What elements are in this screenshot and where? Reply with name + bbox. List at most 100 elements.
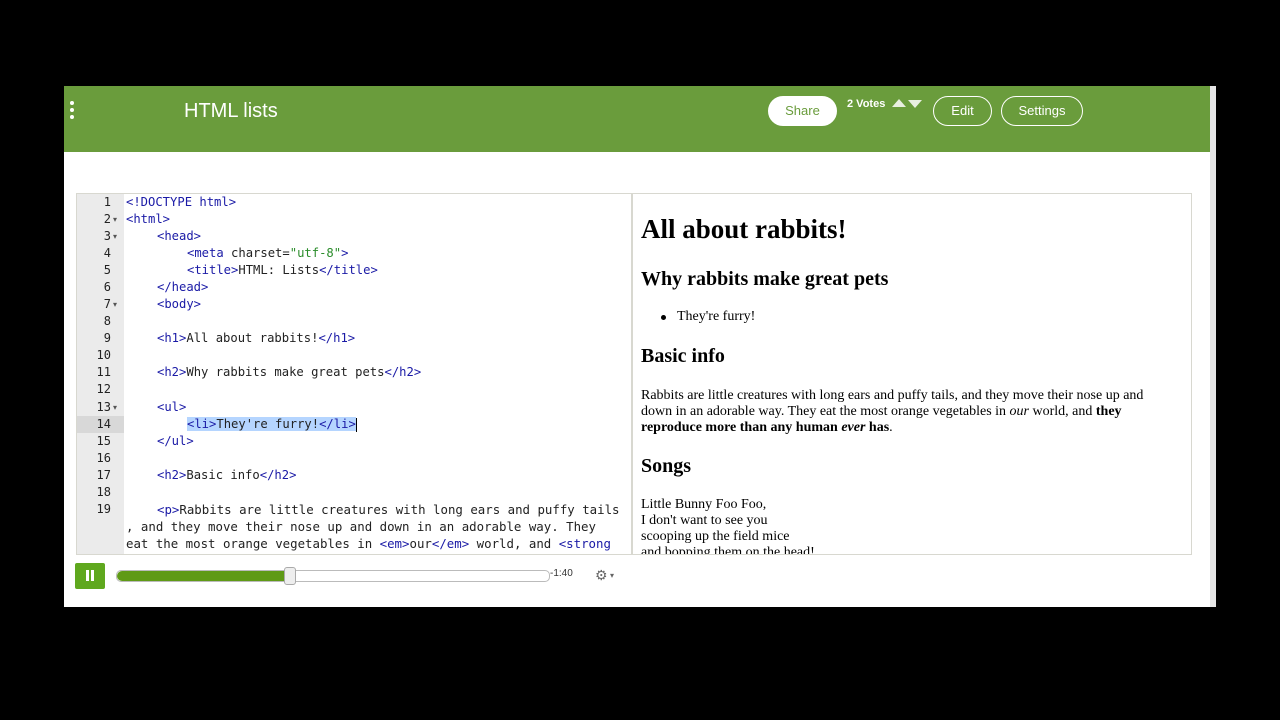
code-token: </ul>: [157, 434, 194, 448]
vote-down-icon[interactable]: [908, 100, 922, 108]
code-token: <strong: [558, 536, 611, 551]
line-number: 1: [103, 195, 111, 209]
code-line: <!DOCTYPE html>: [126, 194, 236, 211]
code-token: , and they move their nose up and down i…: [126, 519, 596, 534]
fold-chevron-icon[interactable]: ▾: [113, 300, 117, 309]
code-line: <h1>All about rabbits!</h1>: [157, 330, 355, 347]
code-token: <head>: [157, 229, 202, 243]
song-line: I don't want to see you: [641, 513, 768, 528]
song-lyrics: Little Bunny Foo Foo, I don't want to see…: [641, 497, 1171, 554]
code-token: <title>: [187, 263, 239, 277]
code-token: world, and: [469, 536, 559, 551]
text-selection: <li>They're furry!</li>: [187, 417, 356, 431]
code-token: </h2>: [384, 365, 422, 379]
preview-paragraph: Rabbits are little creatures with long e…: [641, 388, 1171, 436]
menu-dots-icon[interactable]: [70, 101, 76, 121]
code-token: eat the most orange vegetables in: [126, 536, 380, 551]
settings-button[interactable]: Settings: [1001, 96, 1083, 126]
vote-up-icon[interactable]: [892, 99, 906, 107]
song-line: Little Bunny Foo Foo,: [641, 497, 767, 512]
code-token: <html>: [126, 212, 171, 226]
code-token: <meta: [187, 246, 224, 260]
page-title: HTML lists: [184, 100, 278, 122]
code-token: our: [409, 536, 432, 551]
code-token: charset=: [223, 246, 290, 260]
votes-count: 2 Votes: [847, 98, 886, 110]
song-line: scooping up the field mice: [641, 529, 790, 544]
code-line-selected: <li>They're furry!</li>: [187, 416, 357, 433]
code-line: <title>HTML: Lists</title>: [187, 262, 378, 279]
code-line: <html>: [126, 211, 170, 228]
line-number: 13: [96, 400, 111, 414]
line-number: 17: [96, 468, 111, 482]
code-line: </ul>: [157, 433, 194, 450]
code-token: Why rabbits make great pets: [186, 365, 385, 379]
code-editor[interactable]: 1 2 ▾ 3 ▾ 4 5 6 7 ▾ 8 9 10 11 12 13 ▾ 14 15 16 17 18 19 <!DOCT…: [76, 193, 632, 555]
line-number: 9: [103, 331, 111, 345]
code-token: <ul>: [157, 400, 187, 414]
code-token: </h1>: [318, 331, 356, 345]
line-number: 3: [103, 229, 111, 243]
code-token: >: [341, 246, 349, 260]
app-window: HTML lists Share 2 Votes Edit Settings 1…: [64, 86, 1210, 607]
line-number: 14: [96, 417, 111, 431]
code-token: <h2>: [157, 468, 187, 482]
line-number: 4: [103, 246, 111, 260]
time-remaining: -1:40: [550, 568, 573, 579]
code-token: <h1>: [157, 331, 187, 345]
code-token: All about rabbits!: [186, 331, 319, 345]
code-line: <h2>Basic info</h2>: [157, 467, 296, 484]
code-line: <h2>Why rabbits make great pets</h2>: [157, 364, 421, 381]
chevron-down-icon[interactable]: ▾: [610, 571, 614, 580]
line-number: 2: [103, 212, 111, 226]
code-token: </em>: [431, 536, 470, 551]
strong-emphasis-text: ever: [841, 420, 866, 435]
code-token: <em>: [379, 536, 410, 551]
line-number: 8: [103, 314, 111, 328]
line-number: 19: [96, 502, 111, 516]
code-line: <p>Rabbits are little creatures with lon…: [157, 501, 620, 518]
preview-heading-1: All about rabbits!: [641, 214, 847, 244]
code-token: Basic info: [186, 468, 260, 482]
line-number: 15: [96, 434, 111, 448]
code-token: "utf-8": [289, 246, 342, 260]
code-token: HTML: Lists: [238, 263, 320, 277]
progress-handle[interactable]: [284, 567, 296, 585]
share-button[interactable]: Share: [768, 96, 837, 126]
text-cursor: [355, 417, 357, 432]
paragraph-text: .: [889, 420, 893, 435]
code-token: </title>: [319, 263, 378, 277]
preview-heading-info: Basic info: [641, 345, 725, 367]
line-number: 12: [96, 382, 111, 396]
code-line: <body>: [157, 296, 201, 313]
code-line: , and they move their nose up and down i…: [126, 518, 596, 535]
gear-icon[interactable]: ⚙: [595, 567, 608, 584]
line-number: 11: [96, 365, 111, 379]
paragraph-text: world, and: [1029, 404, 1096, 419]
edit-button[interactable]: Edit: [933, 96, 992, 126]
code-line: </head>: [157, 279, 208, 296]
code-token: </h2>: [259, 468, 297, 482]
pause-button[interactable]: [75, 563, 105, 589]
fold-chevron-icon[interactable]: ▾: [113, 232, 117, 241]
output-preview: All about rabbits! Why rabbits make grea…: [632, 193, 1192, 555]
progress-fill: [117, 571, 290, 581]
progress-track[interactable]: [116, 570, 550, 582]
code-line: <meta charset="utf-8">: [187, 245, 348, 262]
list-item: They're furry!: [677, 309, 756, 324]
code-line: <head>: [157, 228, 201, 245]
code-token: <li>: [187, 417, 217, 431]
code-line: eat the most orange vegetables in <em>ou…: [126, 535, 611, 552]
line-number: 7: [103, 297, 111, 311]
pause-icon-bar: [91, 570, 94, 581]
code-token: </head>: [157, 280, 209, 294]
fold-chevron-icon[interactable]: ▾: [113, 403, 117, 412]
bullet-icon: [661, 315, 666, 320]
header-bar: HTML lists Share 2 Votes Edit Settings: [64, 86, 1210, 152]
code-token: They're furry!: [216, 417, 320, 431]
line-number: 16: [96, 451, 111, 465]
strong-text-part: has: [865, 420, 890, 435]
preview-heading-songs: Songs: [641, 455, 692, 477]
pause-icon: [86, 570, 89, 581]
fold-chevron-icon[interactable]: ▾: [113, 215, 117, 224]
